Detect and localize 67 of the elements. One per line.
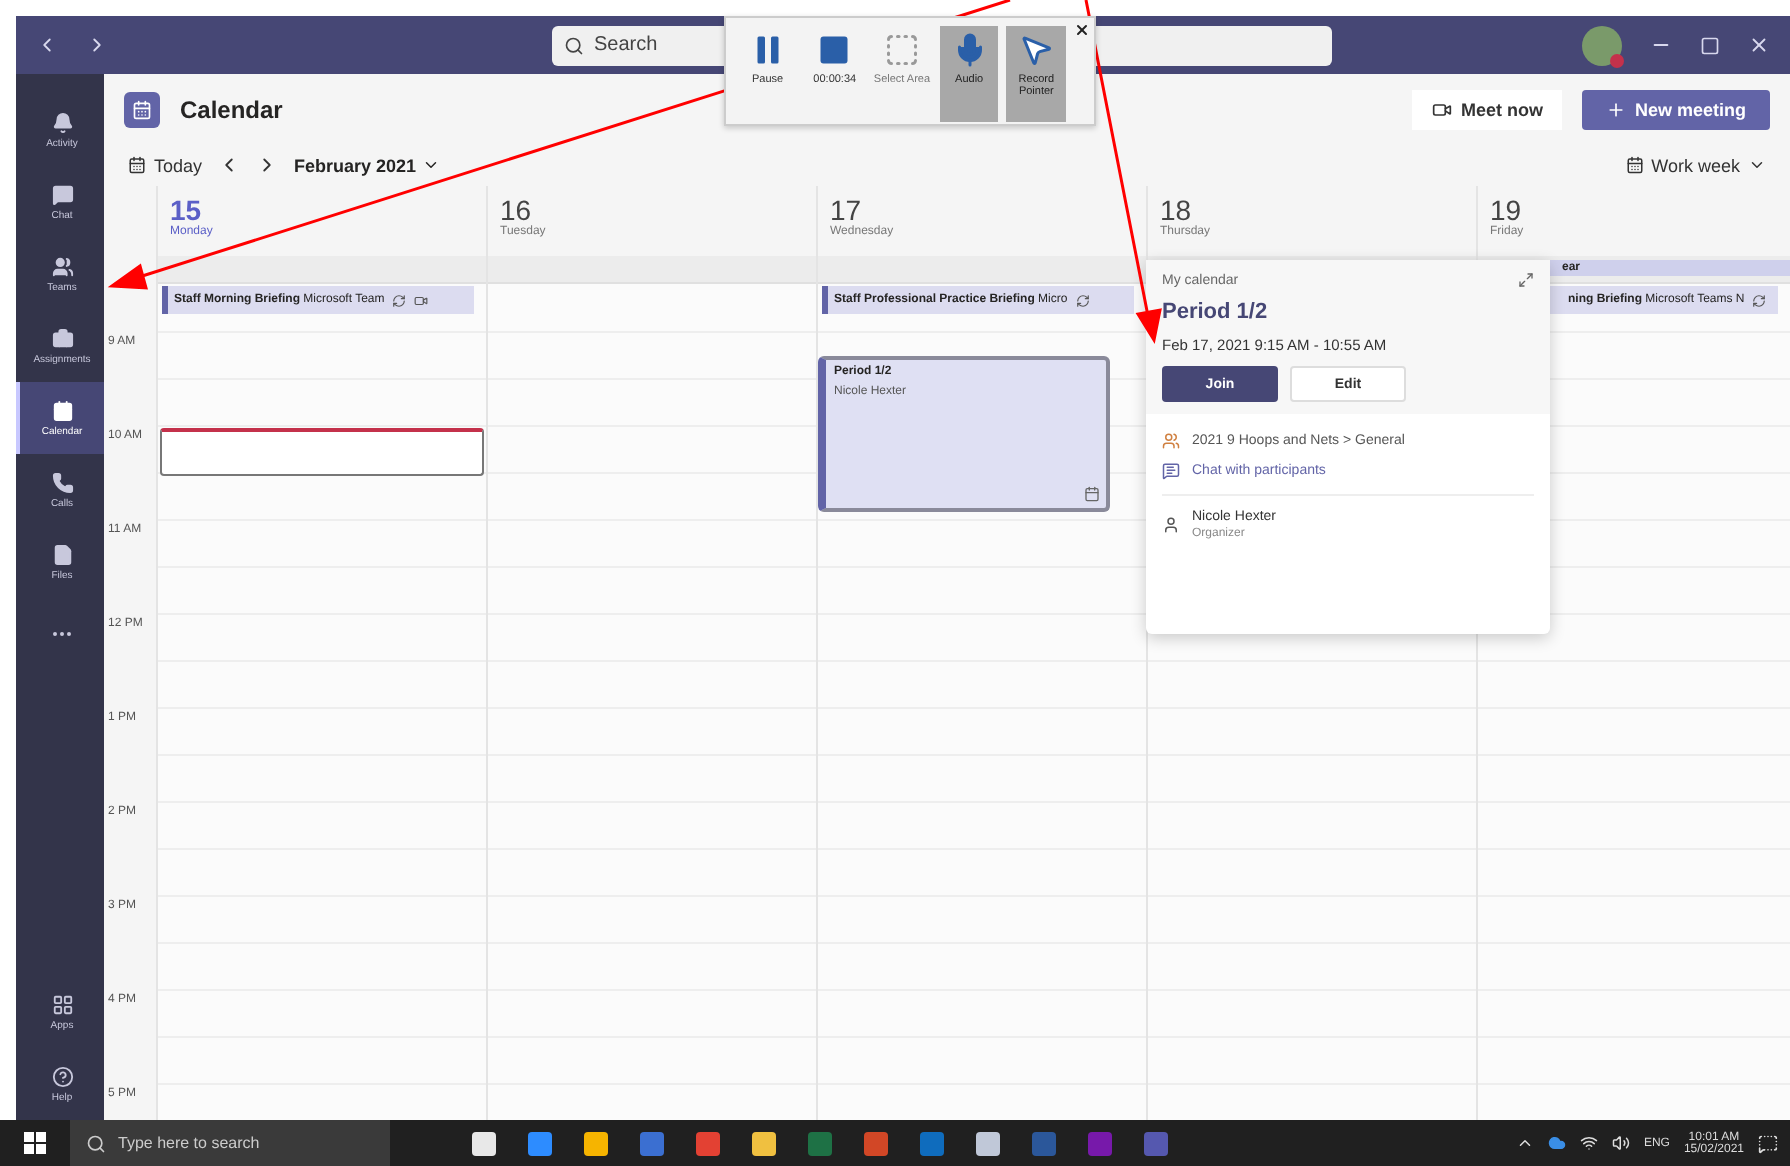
grid-icon: [51, 993, 73, 1015]
today-button[interactable]: Today: [128, 155, 203, 175]
people-icon: [51, 255, 73, 277]
cloud-icon[interactable]: [1547, 1134, 1566, 1152]
help-icon: [51, 1065, 73, 1087]
avatar[interactable]: [1582, 25, 1622, 65]
month-picker[interactable]: February 2021: [294, 155, 441, 175]
day-number[interactable]: 17: [830, 194, 1134, 226]
day-number[interactable]: 15: [170, 194, 474, 226]
chevron-down-icon: [422, 156, 441, 174]
chevron-down-icon: [1748, 156, 1766, 174]
video-icon: [1432, 99, 1453, 119]
event-title: Period 1/2: [1162, 300, 1270, 324]
search-icon: [86, 1133, 106, 1153]
day-number[interactable]: 19: [1490, 194, 1778, 226]
app-tile-icon[interactable]: [528, 1131, 552, 1155]
meet-now-button[interactable]: Meet now: [1412, 89, 1563, 129]
file-icon: [51, 543, 73, 565]
day-number[interactable]: 16: [500, 194, 804, 226]
app-tile-icon[interactable]: [808, 1131, 832, 1155]
team-icon: [1162, 432, 1180, 450]
person-icon: [1162, 516, 1180, 534]
expand-icon[interactable]: [1518, 272, 1534, 288]
bell-icon: [51, 111, 73, 133]
phone-icon: [51, 471, 73, 493]
plus-icon: [1606, 99, 1627, 119]
calendar-icon: [1625, 156, 1644, 174]
app-tile-icon[interactable]: [584, 1131, 608, 1155]
speaker-icon[interactable]: [1611, 1134, 1630, 1152]
windows-logo-icon[interactable]: [24, 1132, 46, 1154]
status-dot: [1610, 53, 1624, 67]
network-icon[interactable]: [1579, 1134, 1598, 1152]
app-tile-icon[interactable]: [976, 1131, 1000, 1155]
chat-icon: [1162, 462, 1180, 480]
chevron-up-icon[interactable]: [1515, 1134, 1534, 1152]
selected-time-slot[interactable]: [160, 428, 484, 476]
new-meeting-button[interactable]: New meeting: [1582, 89, 1770, 129]
notification-icon[interactable]: [1758, 1133, 1778, 1153]
selection-icon: [883, 32, 920, 68]
app-tile-icon[interactable]: [864, 1131, 888, 1155]
day-number[interactable]: 18: [1160, 194, 1464, 226]
taskbar-search-field[interactable]: Type here to search: [70, 1120, 390, 1166]
calendar-icon: [51, 399, 73, 421]
chat-icon: [51, 183, 73, 205]
search-placeholder: Search: [594, 34, 658, 56]
close-icon: [1074, 22, 1090, 38]
calendar-icon: [124, 91, 160, 127]
search-icon: [564, 35, 584, 55]
app-tile-icon[interactable]: [1032, 1131, 1056, 1155]
app-tile-icon[interactable]: [1144, 1131, 1168, 1155]
app-tile-icon[interactable]: [1088, 1131, 1112, 1155]
search-placeholder: Type here to search: [118, 1134, 260, 1152]
pointer-icon: [1018, 32, 1055, 68]
app-tile-icon[interactable]: [640, 1131, 664, 1155]
close-button[interactable]: [1074, 22, 1090, 38]
bag-icon: [51, 327, 73, 349]
page-title: Calendar: [180, 95, 283, 123]
app-tile-icon[interactable]: [920, 1131, 944, 1155]
close-icon[interactable]: [1748, 34, 1770, 56]
app-tile-icon[interactable]: [752, 1131, 776, 1155]
stop-icon: [816, 32, 853, 68]
maximize-icon[interactable]: [1700, 35, 1720, 55]
view-picker[interactable]: Work week: [1625, 155, 1766, 175]
calendar-icon: [1084, 486, 1100, 502]
app-tile-icon[interactable]: [696, 1131, 720, 1155]
calendar-icon: [128, 156, 146, 174]
app-tile-icon[interactable]: [472, 1131, 496, 1155]
